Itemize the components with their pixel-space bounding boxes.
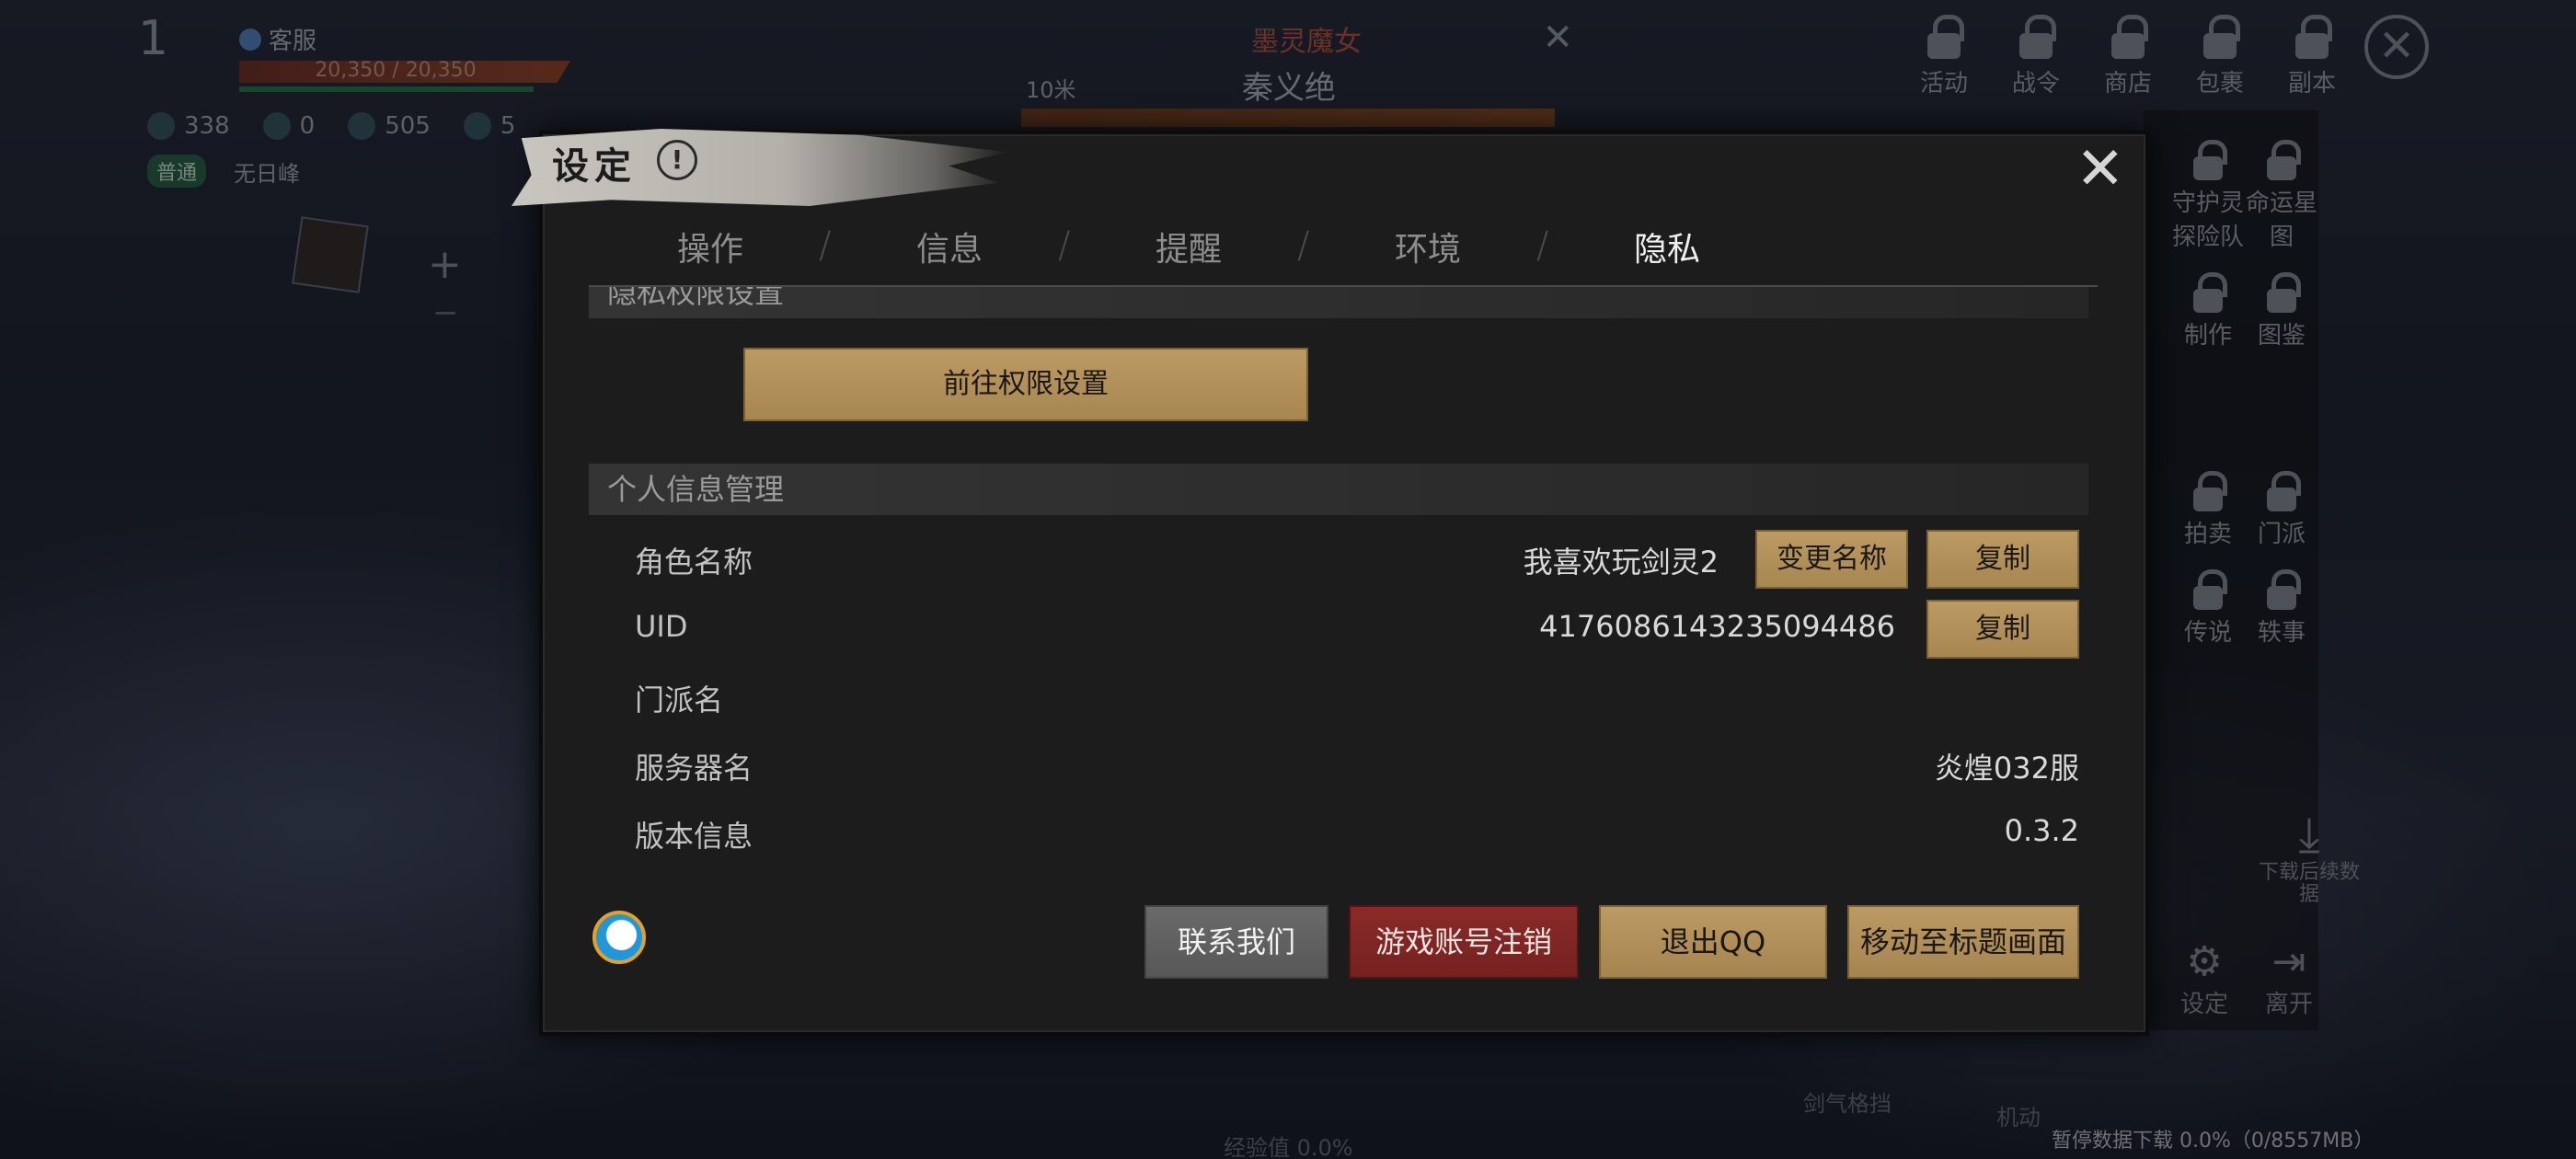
privacy-content: 隐私权限设置 前往权限设置 个人信息管理 角色名称 我喜欢玩剑灵2 变更名称 复… (589, 287, 2098, 872)
info-icon[interactable]: ! (657, 140, 697, 180)
qq-logo-icon (592, 911, 646, 964)
char-name-label: 角色名称 (635, 545, 753, 580)
change-name-button[interactable]: 变更名称 (1755, 530, 1908, 589)
section-privacy-permissions: 隐私权限设置 (589, 287, 2088, 318)
dialog-close-button[interactable]: ✕ (2076, 140, 2125, 199)
goto-permission-button[interactable]: 前往权限设置 (743, 348, 1308, 421)
to-title-screen-button[interactable]: 移动至标题画面 (1847, 905, 2079, 979)
version-value: 0.3.2 (2004, 813, 2079, 848)
settings-tabs: 操作 / 信息 / 提醒 / 环境 / 隐私 (589, 213, 2098, 287)
logout-qq-button[interactable]: 退出QQ (1599, 905, 1827, 979)
uid-label: UID (635, 609, 688, 644)
server-value: 炎煌032服 (1934, 751, 2079, 786)
tab-info[interactable]: 信息 (916, 223, 983, 270)
tab-environment[interactable]: 环境 (1395, 223, 1461, 270)
version-label: 版本信息 (635, 819, 753, 854)
delete-account-button[interactable]: 游戏账号注销 (1349, 905, 1579, 979)
guild-label: 门派名 (635, 683, 724, 717)
tab-separator: / (1297, 224, 1310, 267)
dialog-title: 设定 (552, 144, 637, 188)
copy-name-button[interactable]: 复制 (1926, 530, 2079, 589)
tab-reminders[interactable]: 提醒 (1156, 223, 1222, 270)
copy-uid-button[interactable]: 复制 (1926, 600, 2079, 659)
tab-privacy[interactable]: 隐私 (1634, 223, 1700, 270)
char-name-value: 我喜欢玩剑灵2 (1523, 545, 1719, 580)
tab-separator: / (819, 224, 832, 267)
tab-separator: / (1536, 224, 1549, 267)
tab-separator: / (1058, 224, 1071, 267)
section-personal-info: 个人信息管理 (589, 464, 2088, 515)
server-label: 服务器名 (635, 751, 753, 786)
uid-value: 4176086143235094486 (1539, 609, 1895, 644)
tab-controls[interactable]: 操作 (677, 223, 743, 270)
contact-us-button[interactable]: 联系我们 (1144, 905, 1328, 979)
